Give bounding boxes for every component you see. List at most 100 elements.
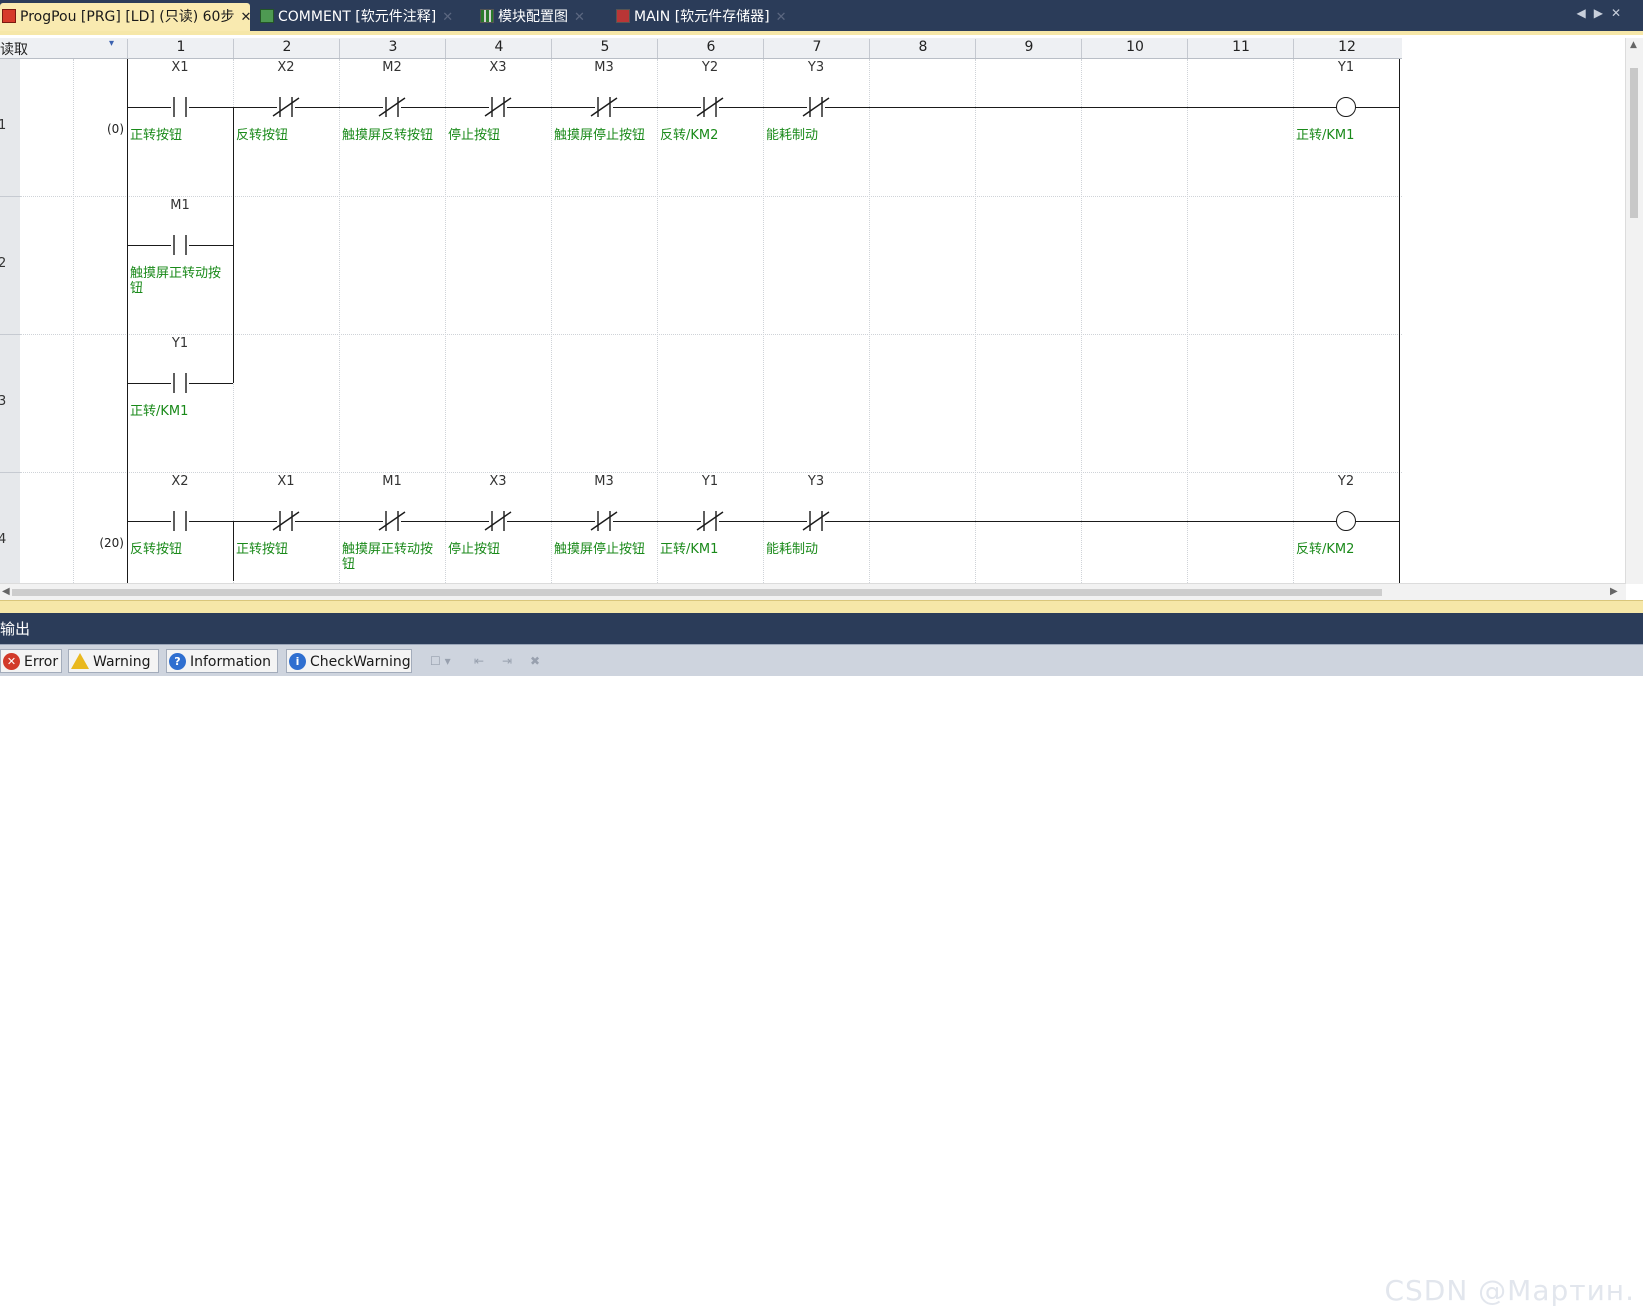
column-number: 1 <box>127 39 234 58</box>
grid-line <box>339 59 340 583</box>
device-comment: 正转/KM1 <box>130 404 189 419</box>
normally-closed-contact[interactable] <box>467 510 529 532</box>
device-comment: 触摸屏停止按钮 <box>554 128 646 143</box>
device-comment: 反转按钮 <box>236 128 289 143</box>
grid-line <box>1293 59 1294 583</box>
tab-label: COMMENT [软元件注释] <box>278 9 437 25</box>
clear-icon[interactable]: ✖ <box>530 654 540 668</box>
normally-closed-contact[interactable] <box>785 96 847 118</box>
mode-label: 读取 <box>0 42 28 58</box>
grid-line <box>763 59 764 583</box>
device-name: M3 <box>594 474 614 489</box>
column-number: 11 <box>1187 39 1294 58</box>
normally-open-contact[interactable] <box>149 234 211 256</box>
panel-splitter[interactable] <box>0 600 1643 615</box>
jump-next-icon[interactable]: ⇥ <box>502 654 512 668</box>
checkbox-icon[interactable]: ☐ ▾ <box>430 654 451 668</box>
device-name: X1 <box>171 60 189 75</box>
tab-progpou[interactable]: ProgPou [PRG] [LD] (只读) 60步 ✕ <box>0 3 251 32</box>
row-header[interactable]: 1 <box>0 59 20 197</box>
grid-line <box>551 59 552 583</box>
normally-closed-contact[interactable] <box>361 510 423 532</box>
warning-filter-button[interactable]: Warning <box>68 649 159 673</box>
tab-comment[interactable]: COMMENT [软元件注释] ✕ <box>258 3 468 31</box>
comment-icon <box>260 9 274 23</box>
device-comment: 触摸屏停止按钮 <box>554 542 646 557</box>
scroll-right-icon[interactable]: ▶ <box>1610 586 1618 597</box>
scroll-left-icon[interactable]: ◀ <box>2 586 10 597</box>
scroll-thumb[interactable] <box>1630 68 1638 218</box>
normally-closed-contact[interactable] <box>679 510 741 532</box>
tab-main-memory[interactable]: MAIN [软元件存储器] ✕ <box>614 3 814 31</box>
close-icon[interactable]: ✕ <box>776 4 787 32</box>
close-icon[interactable]: ✕ <box>240 4 251 32</box>
row-header[interactable]: 2 <box>0 197 20 335</box>
left-power-rail <box>127 59 128 583</box>
device-comment: 反转按钮 <box>130 542 183 557</box>
warning-icon <box>71 653 89 669</box>
row-number: 1 <box>0 118 7 133</box>
error-filter-button[interactable]: ✕ Error <box>0 649 62 673</box>
device-name: X1 <box>277 474 295 489</box>
document-tab-bar: ProgPou [PRG] [LD] (只读) 60步 ✕ COMMENT [软元… <box>0 0 1643 35</box>
error-icon: ✕ <box>3 652 20 670</box>
normally-closed-contact[interactable] <box>785 510 847 532</box>
branch-connector <box>233 107 234 383</box>
column-number: 8 <box>869 39 976 58</box>
grid-line <box>445 59 446 583</box>
output-coil[interactable] <box>1336 97 1356 117</box>
row-header[interactable]: 4 <box>0 473 20 583</box>
normally-closed-contact[interactable] <box>467 96 529 118</box>
device-name: M2 <box>382 60 402 75</box>
button-label: Information <box>190 654 272 670</box>
normally-closed-contact[interactable] <box>679 96 741 118</box>
ladder-editor[interactable]: 1 (0) 2 3 4 (20) X1 正转按钮 X2 反转按钮 M2 触摸屏反转按钮 X3 停止按钮 M3… <box>0 59 1626 583</box>
grid-line <box>20 196 1402 197</box>
tab-module-config[interactable]: 模块配置图 ✕ <box>478 3 608 31</box>
normally-open-contact[interactable] <box>149 372 211 394</box>
tab-scroll-arrows[interactable]: ◀▶✕ <box>1576 6 1629 20</box>
information-filter-button[interactable]: ? Information <box>166 649 278 673</box>
device-comment: 能耗制动 <box>766 542 819 557</box>
grid-line <box>869 59 870 583</box>
close-icon[interactable]: ✕ <box>442 4 453 32</box>
normally-closed-contact[interactable] <box>255 510 317 532</box>
vertical-scrollbar[interactable]: ▲ <box>1625 38 1643 584</box>
normally-closed-contact[interactable] <box>573 510 635 532</box>
module-config-icon <box>480 9 494 23</box>
scroll-thumb[interactable] <box>12 589 1382 596</box>
device-name: M3 <box>594 60 614 75</box>
device-comment: 触摸屏正转动按钮 <box>130 266 222 296</box>
row-number: 4 <box>0 532 7 547</box>
column-number: 6 <box>657 39 764 58</box>
device-comment: 停止按钮 <box>448 128 501 143</box>
coil-comment: 反转/KM2 <box>1296 542 1355 557</box>
jump-prev-icon[interactable]: ⇤ <box>474 654 484 668</box>
normally-open-contact[interactable] <box>149 510 211 532</box>
normally-closed-contact[interactable] <box>361 96 423 118</box>
device-name: X2 <box>171 474 189 489</box>
grid-line <box>657 59 658 583</box>
output-title: 输出 <box>0 620 31 638</box>
device-comment: 正转按钮 <box>130 128 183 143</box>
normally-closed-contact[interactable] <box>573 96 635 118</box>
tab-label: ProgPou [PRG] [LD] (只读) 60步 <box>20 9 235 25</box>
column-number: 9 <box>975 39 1082 58</box>
normally-closed-contact[interactable] <box>255 96 317 118</box>
column-number: 7 <box>763 39 870 58</box>
branch-connector <box>233 521 234 581</box>
column-number: 12 <box>1293 39 1400 58</box>
scroll-up-icon[interactable]: ▲ <box>1630 40 1637 50</box>
mode-dropdown-icon[interactable]: ▾ <box>109 38 114 49</box>
normally-open-contact[interactable] <box>149 96 211 118</box>
horizontal-scrollbar[interactable]: ◀ ▶ <box>0 583 1626 601</box>
device-name: X3 <box>489 60 507 75</box>
device-comment: 触摸屏反转按钮 <box>342 128 434 143</box>
grid-line <box>975 59 976 583</box>
device-name: Y3 <box>807 60 825 75</box>
device-name: Y1 <box>701 474 719 489</box>
check-warning-filter-button[interactable]: i CheckWarning <box>286 649 412 673</box>
output-coil[interactable] <box>1336 511 1356 531</box>
row-header[interactable]: 3 <box>0 335 20 473</box>
close-icon[interactable]: ✕ <box>574 4 585 32</box>
